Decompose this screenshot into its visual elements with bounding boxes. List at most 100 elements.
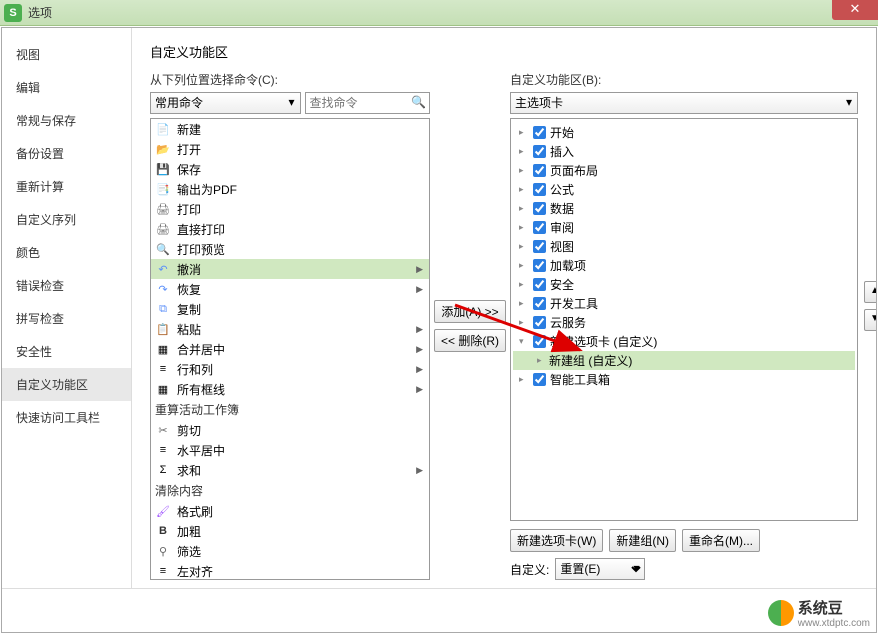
list-item[interactable]: 📂打开 <box>151 139 429 159</box>
list-item[interactable]: ▦合并居中▶ <box>151 339 429 359</box>
tree-row[interactable]: ▸开始 <box>513 123 855 142</box>
list-item[interactable]: 🖌格式刷 <box>151 501 429 521</box>
expand-icon[interactable]: ▸ <box>519 165 531 176</box>
sidebar-item[interactable]: 重新计算 <box>2 170 131 203</box>
command-icon: 🖨 <box>155 221 171 237</box>
sidebar-item[interactable]: 视图 <box>2 38 131 71</box>
tree-checkbox[interactable] <box>533 183 546 196</box>
expand-icon[interactable]: ▸ <box>519 317 531 328</box>
move-down-button[interactable]: ▼ <box>864 309 876 331</box>
expand-icon[interactable]: ▸ <box>519 260 531 271</box>
expand-icon[interactable]: ▸ <box>519 241 531 252</box>
expand-icon[interactable]: ▸ <box>537 355 549 366</box>
tree-row[interactable]: ▸新建组 (自定义) <box>513 351 855 370</box>
command-icon: 📑 <box>155 181 171 197</box>
list-item[interactable]: 🖨打印 <box>151 199 429 219</box>
tree-checkbox[interactable] <box>533 297 546 310</box>
tree-row[interactable]: ▸视图 <box>513 237 855 256</box>
tree-checkbox[interactable] <box>533 145 546 158</box>
list-item[interactable]: 📄新建 <box>151 119 429 139</box>
expand-icon[interactable]: ▸ <box>519 184 531 195</box>
tree-checkbox[interactable] <box>533 278 546 291</box>
command-label: 新建 <box>177 121 201 138</box>
list-item[interactable]: ↷恢复▶ <box>151 279 429 299</box>
tree-row[interactable]: ▾新建选项卡 (自定义) <box>513 332 855 351</box>
command-icon: B <box>155 523 171 539</box>
commands-listbox[interactable]: 📄新建📂打开💾保存📑输出为PDF🖨打印 🖨 直接打印🔍打印预览↶撤消▶↷恢复▶⧉复制… <box>150 118 430 580</box>
expand-icon[interactable]: ▸ <box>519 374 531 385</box>
sidebar-item[interactable]: 错误检查 <box>2 269 131 302</box>
expand-icon[interactable]: ▸ <box>519 127 531 138</box>
sidebar-item[interactable]: 常规与保存 <box>2 104 131 137</box>
list-item[interactable]: ⧉复制 <box>151 299 429 319</box>
tree-checkbox[interactable] <box>533 259 546 272</box>
rename-button[interactable]: 重命名(M)... <box>682 529 760 552</box>
new-group-button[interactable]: 新建组(N) <box>609 529 676 552</box>
search-icon: 🔍 <box>411 95 426 109</box>
command-label: 直接打印 <box>177 221 225 238</box>
reset-select[interactable]: 重置(E) <box>555 558 645 580</box>
tree-checkbox[interactable] <box>533 221 546 234</box>
tree-checkbox[interactable] <box>533 240 546 253</box>
expand-icon[interactable]: ▸ <box>519 222 531 233</box>
expand-icon[interactable]: ▸ <box>519 298 531 309</box>
tree-checkbox[interactable] <box>533 164 546 177</box>
sidebar-item[interactable]: 快速访问工具栏 <box>2 401 131 434</box>
expand-icon[interactable]: ▸ <box>519 279 531 290</box>
tree-row[interactable]: ▸加载项 <box>513 256 855 275</box>
tree-row[interactable]: ▸安全 <box>513 275 855 294</box>
sidebar-item[interactable]: 安全性 <box>2 335 131 368</box>
submenu-arrow-icon: ▶ <box>416 465 423 476</box>
ribbon-tabs-select[interactable]: 主选项卡 <box>510 92 858 114</box>
new-tab-button[interactable]: 新建选项卡(W) <box>510 529 603 552</box>
submenu-arrow-icon: ▶ <box>416 384 423 395</box>
sidebar-item[interactable]: 自定义序列 <box>2 203 131 236</box>
list-item[interactable]: B加粗 <box>151 521 429 541</box>
list-item[interactable]: 🖨 直接打印 <box>151 219 429 239</box>
list-item[interactable]: 📋粘贴▶ <box>151 319 429 339</box>
submenu-arrow-icon: ▶ <box>416 344 423 355</box>
tree-checkbox[interactable] <box>533 373 546 386</box>
list-item[interactable]: 🔍打印预览 <box>151 239 429 259</box>
list-item[interactable]: ≡行和列▶ <box>151 359 429 379</box>
tree-row[interactable]: ▸页面布局 <box>513 161 855 180</box>
expand-icon[interactable]: ▸ <box>519 146 531 157</box>
app-icon: S <box>4 4 22 22</box>
submenu-arrow-icon: ▶ <box>416 364 423 375</box>
add-button[interactable]: 添加(A) >> <box>434 300 505 323</box>
tree-row[interactable]: ▸公式 <box>513 180 855 199</box>
move-up-button[interactable]: ▲ <box>864 281 876 303</box>
tree-checkbox[interactable] <box>533 316 546 329</box>
list-item[interactable]: ⚲筛选 <box>151 541 429 561</box>
tree-row[interactable]: ▸数据 <box>513 199 855 218</box>
list-item[interactable]: 📑输出为PDF <box>151 179 429 199</box>
list-item[interactable]: ↶撤消▶ <box>151 259 429 279</box>
sidebar-item[interactable]: 颜色 <box>2 236 131 269</box>
tree-row[interactable]: ▸审阅 <box>513 218 855 237</box>
list-item[interactable]: ≡水平居中 <box>151 440 429 460</box>
commands-category-select[interactable]: 常用命令 <box>150 92 301 114</box>
tree-row[interactable]: ▸智能工具箱 <box>513 370 855 389</box>
list-item[interactable]: ▦所有框线▶ <box>151 379 429 399</box>
list-item[interactable]: ✂剪切 <box>151 420 429 440</box>
tree-checkbox[interactable] <box>533 126 546 139</box>
tree-row[interactable]: ▸插入 <box>513 142 855 161</box>
sidebar-item[interactable]: 编辑 <box>2 71 131 104</box>
tree-checkbox[interactable] <box>533 335 546 348</box>
tree-checkbox[interactable] <box>533 202 546 215</box>
list-item[interactable]: 💾保存 <box>151 159 429 179</box>
list-item[interactable]: ≡左对齐 <box>151 561 429 580</box>
sidebar-item[interactable]: 备份设置 <box>2 137 131 170</box>
commands-from-label: 从下列位置选择命令(C): <box>150 71 430 88</box>
close-button[interactable]: ✕ <box>832 0 878 20</box>
list-item[interactable]: Σ求和▶ <box>151 460 429 480</box>
sidebar-item[interactable]: 自定义功能区 <box>2 368 131 401</box>
sidebar-item[interactable]: 拼写检查 <box>2 302 131 335</box>
expand-icon[interactable]: ▾ <box>519 336 531 347</box>
expand-icon[interactable]: ▸ <box>519 203 531 214</box>
remove-button[interactable]: << 删除(R) <box>434 329 506 352</box>
tree-row[interactable]: ▸云服务 <box>513 313 855 332</box>
list-group-header: 重算活动工作簿 <box>151 399 429 420</box>
tree-row[interactable]: ▸开发工具 <box>513 294 855 313</box>
ribbon-tree[interactable]: ▸开始▸插入▸页面布局▸公式▸数据▸审阅▸视图▸加载项▸安全▸开发工具▸云服务▾… <box>510 118 858 521</box>
